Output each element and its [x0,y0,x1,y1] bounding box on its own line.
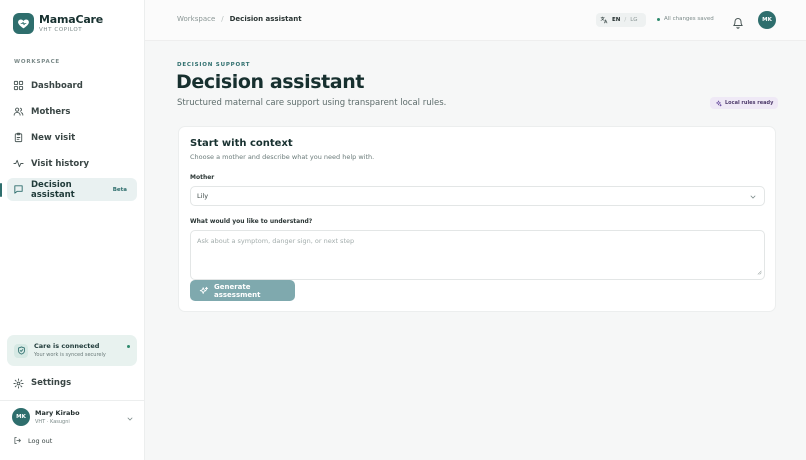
rules-status-text: Local rules ready [725,100,774,106]
logout-button[interactable]: Log out [13,436,52,445]
page-subtitle: Structured maternal care support using t… [177,98,447,108]
chevron-down-icon[interactable] [126,408,134,427]
sidebar-item-decision-assistant[interactable]: Decision assistant Beta [7,178,137,201]
sparkle-icon [199,286,209,296]
context-card: Start with context Choose a mother and d… [178,126,776,312]
breadcrumb-separator: / [221,15,224,23]
avatar[interactable]: MK [758,11,776,29]
user-menu[interactable]: MK Mary Kirabo VHT · Kasugni [12,408,134,426]
heart-logo-icon [13,13,34,34]
sync-status-title: Care is connected [34,342,100,350]
sparkle-icon [715,100,722,107]
sidebar-item-settings[interactable]: Settings [7,373,137,393]
language-separator: / [624,17,627,23]
card-subtitle: Choose a mother and describe what you ne… [190,153,375,161]
resize-handle-icon[interactable] [756,269,762,277]
mother-label: Mother [190,174,215,181]
brand[interactable]: MamaCare VHT COPILOT [13,13,103,34]
question-label: What would you like to understand? [190,218,313,225]
sidebar-item-mothers[interactable]: Mothers [7,100,137,123]
message-icon [13,184,24,195]
logout-icon [13,436,22,445]
sidebar-divider [0,400,145,401]
sidebar-item-label: New visit [31,132,76,143]
clipboard-icon [13,132,24,143]
sidebar-item-label: Decision assistant [31,179,75,200]
brand-name: MamaCare [39,12,104,26]
sidebar-item-label: Dashboard [31,80,83,91]
breadcrumb: Workspace / Decision assistant [177,15,302,23]
activity-icon [13,158,24,169]
breadcrumb-workspace[interactable]: Workspace [177,15,215,23]
question-placeholder: Ask about a symptom, danger sign, or nex… [197,237,355,245]
language-switcher[interactable]: EN / LG [596,13,646,27]
page-eyebrow: DECISION SUPPORT [177,62,251,68]
question-textarea[interactable]: Ask about a symptom, danger sign, or nex… [190,230,765,280]
save-status: All changes saved [657,16,714,22]
online-dot-icon [127,345,130,348]
top-bar: Workspace / Decision assistant EN / LG A… [145,0,806,41]
card-title: Start with context [190,138,293,149]
grid-icon [13,80,24,91]
sync-status-card: Care is connected Your work is synced se… [7,335,137,366]
breadcrumb-current: Decision assistant [229,15,302,23]
save-status-text: All changes saved [664,16,714,22]
avatar: MK [12,408,30,426]
sidebar-item-label: Visit history [31,158,89,169]
chevron-down-icon [749,193,757,203]
users-icon [13,106,24,117]
user-role: VHT · Kasugni [35,418,70,425]
generate-assessment-button[interactable]: Generate assessment [190,280,295,301]
mother-select[interactable]: Lily [190,186,765,206]
active-indicator [0,183,2,197]
sidebar-item-label: Mothers [31,106,71,117]
bell-icon[interactable] [732,14,744,33]
translate-icon [600,16,608,24]
saved-dot-icon [657,17,660,21]
sidebar: MamaCare VHT COPILOT WORKSPACE Dashboard… [0,0,145,460]
beta-badge: Beta [112,186,127,193]
mother-select-value: Lily [197,192,209,200]
shield-icon [14,343,28,358]
sidebar-item-new-visit[interactable]: New visit [7,126,137,149]
language-option-en[interactable]: EN [612,17,620,23]
sidebar-section-label: WORKSPACE [14,59,60,65]
sidebar-item-visit-history[interactable]: Visit history [7,152,137,175]
brand-subtitle: VHT COPILOT [39,26,83,33]
gear-icon [13,377,24,389]
user-name: Mary Kirabo [35,408,80,417]
sync-status-subtitle: Your work is synced securely [34,352,106,358]
language-option-lg[interactable]: LG [630,17,637,23]
generate-assessment-label: Generate assessment [214,282,261,299]
rules-status-badge: Local rules ready [710,97,779,109]
settings-label: Settings [31,378,72,388]
sidebar-item-dashboard[interactable]: Dashboard [7,74,137,97]
logout-label: Log out [28,436,53,445]
page-title: Decision assistant [176,71,365,93]
